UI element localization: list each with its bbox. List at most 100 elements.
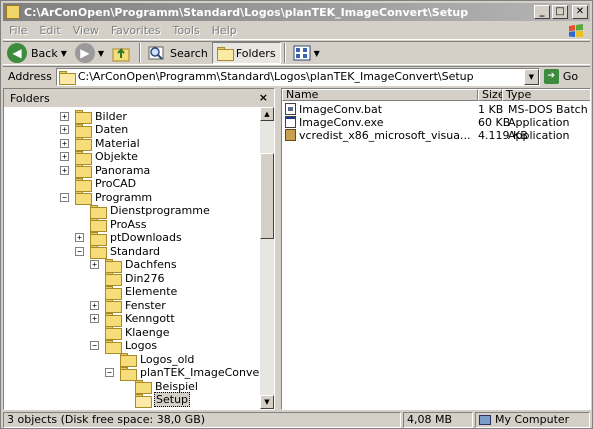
collapse-icon[interactable]: − bbox=[60, 192, 69, 202]
standard-toolbar: ◀ Back ▼ ▶ ▼ Search Folders ▼ bbox=[3, 41, 590, 65]
folder-icon bbox=[105, 272, 122, 286]
expand-icon[interactable]: + bbox=[60, 125, 69, 134]
collapse-icon[interactable]: − bbox=[75, 246, 84, 256]
folder-icon bbox=[105, 258, 122, 273]
file-row[interactable]: ImageConv.bat 1 KB MS-DOS Batch File bbox=[282, 102, 590, 116]
expand-icon[interactable]: + bbox=[75, 233, 84, 242]
file-name: vcredist_x86_microsoft_visua... bbox=[299, 128, 471, 142]
expand-icon[interactable]: + bbox=[60, 111, 69, 121]
close-pane-button[interactable]: × bbox=[259, 91, 268, 104]
folders-pane: Folders × + Bilder + Daten + Material + Objekte… bbox=[3, 88, 275, 410]
menu-favorites[interactable]: Favorites bbox=[105, 24, 167, 37]
scroll-up-button[interactable]: ▲ bbox=[260, 107, 274, 121]
title-bar[interactable]: C:\ArConOpen\Programm\Standard\Logos\pla… bbox=[3, 3, 590, 21]
file-type: Application bbox=[508, 128, 570, 142]
forward-icon: ▶ bbox=[74, 43, 95, 63]
file-list-pane: Name Size Type ImageConv.bat 1 KB MS-DOS B… bbox=[281, 88, 591, 410]
expand-icon[interactable]: + bbox=[90, 300, 99, 310]
folder-icon bbox=[6, 5, 20, 19]
folder-icon bbox=[105, 326, 122, 340]
column-headers: Name Size Type bbox=[282, 89, 590, 101]
file-type: Application bbox=[508, 115, 570, 129]
folder-icon bbox=[75, 150, 92, 165]
setup-package-icon bbox=[285, 129, 296, 141]
status-zone: My Computer bbox=[475, 411, 590, 428]
chevron-down-icon[interactable]: ▼ bbox=[314, 49, 320, 58]
search-icon bbox=[148, 46, 164, 60]
close-button[interactable]: ✕ bbox=[572, 5, 588, 19]
folders-pane-header: Folders × bbox=[4, 89, 274, 107]
pane-splitter[interactable] bbox=[277, 88, 280, 410]
toolbar-separator bbox=[139, 43, 142, 63]
address-dropdown-button[interactable]: ▼ bbox=[523, 68, 539, 85]
chevron-down-icon[interactable]: ▼ bbox=[98, 49, 104, 58]
folder-icon bbox=[105, 299, 122, 313]
back-label: Back bbox=[31, 46, 58, 60]
folder-icon bbox=[135, 380, 152, 394]
go-arrow-icon: ➔ bbox=[543, 69, 559, 84]
views-button[interactable]: ▼ bbox=[289, 42, 324, 64]
windows-logo-icon bbox=[569, 24, 583, 37]
folder-icon bbox=[75, 123, 92, 138]
go-button[interactable]: ➔ Go bbox=[543, 69, 579, 84]
tree-item[interactable]: Setup bbox=[120, 392, 191, 408]
status-object-count: 3 objects (Disk free space: 38,0 GB) bbox=[3, 411, 401, 428]
menu-view[interactable]: View bbox=[67, 24, 105, 37]
explorer-window: C:\ArConOpen\Programm\Standard\Logos\pla… bbox=[0, 0, 593, 429]
file-name: ImageConv.exe bbox=[299, 115, 384, 129]
file-row[interactable]: ImageConv.exe 60 KB Application bbox=[282, 115, 590, 129]
search-label: Search bbox=[170, 46, 208, 60]
forward-button[interactable]: ▶ ▼ bbox=[71, 42, 108, 64]
file-size: 60 KB bbox=[478, 115, 511, 129]
expand-icon[interactable]: + bbox=[90, 260, 99, 269]
folders-pane-title: Folders bbox=[10, 91, 50, 105]
chevron-down-icon[interactable]: ▼ bbox=[61, 49, 67, 58]
folder-tree-scrollbar[interactable]: ▲ ▼ bbox=[260, 107, 274, 409]
folder-icon bbox=[75, 191, 92, 205]
views-icon bbox=[293, 45, 311, 61]
menu-file[interactable]: File bbox=[3, 24, 33, 37]
folders-icon bbox=[216, 47, 234, 61]
scroll-thumb[interactable] bbox=[260, 153, 274, 239]
folder-icon bbox=[90, 204, 107, 219]
column-header-size[interactable]: Size bbox=[478, 89, 505, 101]
go-label: Go bbox=[562, 70, 579, 83]
file-name-cell: ImageConv.bat bbox=[282, 103, 478, 116]
collapse-icon[interactable]: − bbox=[90, 341, 99, 350]
up-folder-icon bbox=[112, 47, 130, 62]
expand-icon[interactable]: + bbox=[90, 314, 99, 323]
folders-button[interactable]: Folders bbox=[211, 42, 281, 64]
menu-tools[interactable]: Tools bbox=[167, 24, 206, 37]
collapse-icon[interactable]: − bbox=[105, 368, 114, 377]
my-computer-icon bbox=[479, 414, 491, 425]
up-folder-button[interactable] bbox=[108, 42, 136, 64]
file-row[interactable]: vcredist_x86_microsoft_visua... 4.119 KB A… bbox=[282, 128, 590, 142]
folder-icon bbox=[120, 366, 137, 381]
search-button[interactable]: Search bbox=[144, 42, 212, 64]
menu-edit[interactable]: Edit bbox=[33, 24, 66, 37]
expand-icon[interactable]: + bbox=[60, 152, 69, 161]
minimize-button[interactable]: _ bbox=[534, 5, 550, 19]
address-input[interactable]: C:\ArConOpen\Programm\Standard\Logos\pla… bbox=[55, 67, 540, 86]
file-type: MS-DOS Batch File bbox=[508, 102, 590, 116]
scroll-down-button[interactable]: ▼ bbox=[260, 395, 274, 409]
status-bar: 3 objects (Disk free space: 38,0 GB) 4,0… bbox=[3, 411, 590, 428]
folder-icon bbox=[58, 70, 76, 85]
expand-icon[interactable]: + bbox=[60, 165, 69, 175]
status-zone-label: My Computer bbox=[495, 412, 570, 426]
maximize-button[interactable]: □ bbox=[552, 5, 568, 19]
menu-help[interactable]: Help bbox=[206, 24, 243, 37]
folder-icon bbox=[75, 110, 92, 124]
toolbar-separator bbox=[283, 43, 286, 63]
folder-tree: + Bilder + Daten + Material + Objekte + Panorama P… bbox=[4, 107, 262, 409]
file-name: ImageConv.bat bbox=[299, 102, 383, 116]
folder-icon bbox=[90, 245, 107, 259]
column-header-name[interactable]: Name bbox=[282, 89, 478, 101]
file-name-cell: ImageConv.exe bbox=[282, 116, 478, 129]
address-path[interactable]: C:\ArConOpen\Programm\Standard\Logos\pla… bbox=[78, 70, 474, 83]
expand-icon[interactable]: + bbox=[60, 138, 69, 148]
folder-icon bbox=[105, 312, 122, 327]
file-name-cell: vcredist_x86_microsoft_visua... bbox=[282, 129, 478, 142]
back-button[interactable]: ◀ Back ▼ bbox=[3, 42, 71, 64]
column-header-type[interactable]: Type bbox=[502, 89, 590, 101]
